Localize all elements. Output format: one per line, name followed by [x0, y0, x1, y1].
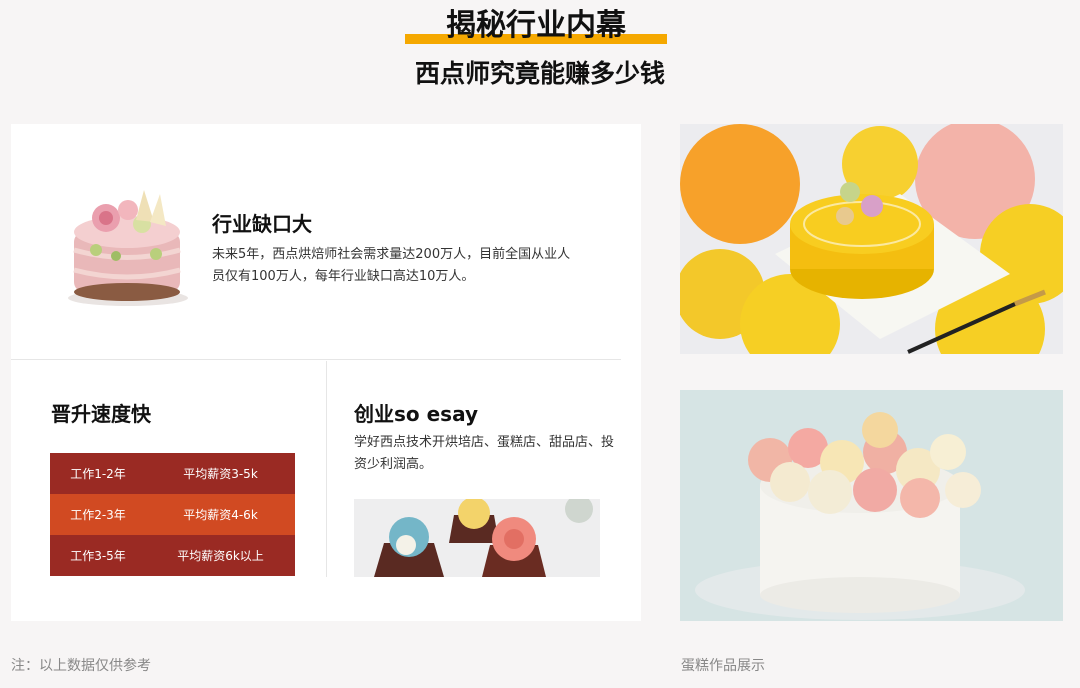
info-card: 行业缺口大 未来5年，西点烘焙师社会需求量达200万人，目前全国从业人员仅有10…	[11, 124, 641, 621]
cupcakes-image	[354, 499, 600, 577]
business-title: 创业so esay	[354, 402, 478, 426]
promotion-title: 晋升速度快	[51, 402, 151, 426]
salary-years: 工作1-2年	[70, 467, 126, 481]
salary-years: 工作2-3年	[70, 508, 126, 522]
pink-cake-image	[68, 190, 188, 306]
salary-row: 工作3-5年 平均薪资6k以上	[50, 535, 295, 576]
gallery-caption: 蛋糕作品展示	[681, 658, 765, 674]
business-desc: 学好西点技术开烘培店、蛋糕店、甜品店、投资少利润高。	[354, 435, 615, 472]
salary-amount: 平均薪资3-5k	[183, 467, 258, 481]
title-wrap: 揭秘行业内幕	[405, 6, 667, 46]
flower-cake-photo	[680, 390, 1063, 621]
salary-years: 工作3-5年	[70, 549, 126, 563]
salary-row: 工作1-2年 平均薪资3-5k	[50, 453, 295, 494]
salary-amount: 平均薪资4-6k	[183, 508, 258, 522]
industry-title: 行业缺口大	[212, 212, 312, 236]
industry-desc: 未来5年，西点烘焙师社会需求量达200万人，目前全国从业人员仅有100万人，每年…	[212, 247, 571, 284]
industry-section: 行业缺口大 未来5年，西点烘焙师社会需求量达200万人，目前全国从业人员仅有10…	[11, 124, 621, 360]
column-divider	[326, 361, 327, 577]
page-title: 揭秘行业内幕	[446, 8, 626, 43]
salary-row: 工作2-3年 平均薪资4-6k	[50, 494, 295, 535]
page-subtitle: 西点师究竟能赚多少钱	[414, 59, 665, 88]
salary-table: 工作1-2年 平均薪资3-5k 工作2-3年 平均薪资4-6k 工作3-5年 平…	[50, 453, 295, 576]
salary-amount: 平均薪资6k以上	[177, 549, 264, 563]
yellow-cake-photo	[680, 124, 1063, 354]
footnote: 注：以上数据仅供参考	[11, 658, 151, 674]
